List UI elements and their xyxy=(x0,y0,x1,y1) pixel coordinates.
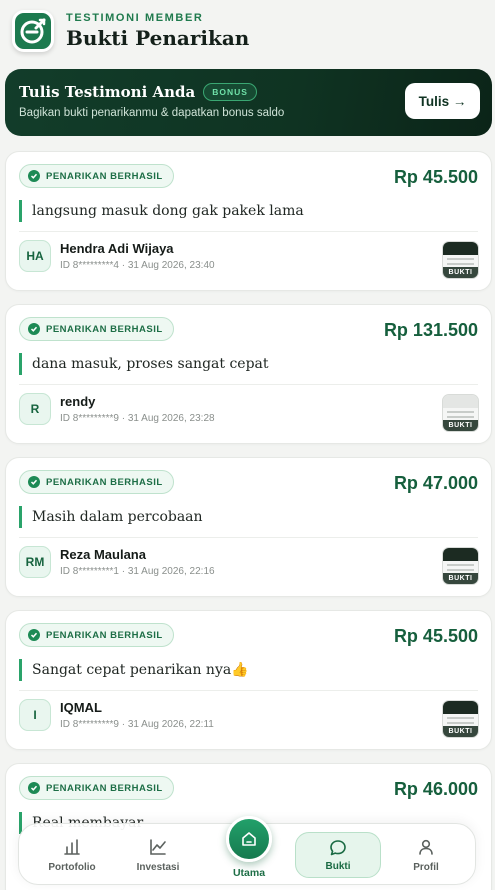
nav-profil-label: Profil xyxy=(413,861,439,873)
status-label: PENARIKAN BERHASIL xyxy=(46,782,163,794)
withdrawal-amount: Rp 45.500 xyxy=(393,167,478,187)
divider xyxy=(19,231,478,232)
nav-bukti[interactable]: Bukti xyxy=(295,832,381,878)
status-badge: PENARIKAN BERHASIL xyxy=(19,623,174,647)
testimonial-list: PENARIKAN BERHASIL Rp 45.500 langsung ma… xyxy=(5,151,492,890)
status-label: PENARIKAN BERHASIL xyxy=(46,476,163,488)
page-eyebrow: TESTIMONI MEMBER xyxy=(66,12,204,24)
nav-utama[interactable]: Utama xyxy=(225,816,273,879)
nav-utama-label: Utama xyxy=(232,867,266,879)
status-label: PENARIKAN BERHASIL xyxy=(46,170,163,182)
check-circle-icon xyxy=(28,170,40,182)
withdrawal-amount: Rp 46.000 xyxy=(393,779,478,799)
testimonial-card: PENARIKAN BERHASIL Rp 45.500 Sangat cepa… xyxy=(5,610,492,750)
banner-title: Tulis Testimoni Anda xyxy=(19,83,196,101)
line-chart-icon xyxy=(150,838,166,855)
withdrawal-amount: Rp 47.000 xyxy=(393,473,478,493)
proof-label: BUKTI xyxy=(443,420,478,431)
avatar: I xyxy=(19,699,51,731)
bonus-badge: BONUS xyxy=(203,83,257,101)
page-title: Bukti Penarikan xyxy=(66,26,250,50)
check-circle-icon xyxy=(28,782,40,794)
withdrawal-amount: Rp 131.500 xyxy=(383,320,478,340)
avatar: R xyxy=(19,393,51,425)
proof-thumbnail[interactable]: BUKTI xyxy=(442,700,479,738)
user-meta: ID 8*********9 · 31 Aug 2026, 23:28 xyxy=(60,413,215,424)
proof-label: BUKTI xyxy=(443,573,478,584)
testimonial-message: dana masuk, proses sangat cepat xyxy=(19,353,478,375)
home-icon[interactable] xyxy=(226,816,272,862)
avatar: RM xyxy=(19,546,51,578)
divider xyxy=(19,384,478,385)
user-meta: ID 8*********9 · 31 Aug 2026, 22:11 xyxy=(60,719,214,730)
proof-label: BUKTI xyxy=(443,726,478,737)
bar-chart-icon xyxy=(64,838,80,855)
user-meta: ID 8*********1 · 31 Aug 2026, 22:16 xyxy=(60,566,215,577)
user-row: RM Reza Maulana ID 8*********1 · 31 Aug … xyxy=(19,546,478,578)
user-icon xyxy=(419,839,433,855)
page-header: TESTIMONI MEMBER Bukti Penarikan xyxy=(0,0,495,62)
app-logo-icon[interactable] xyxy=(12,10,54,52)
status-badge: PENARIKAN BERHASIL xyxy=(19,317,174,341)
status-badge: PENARIKAN BERHASIL xyxy=(19,776,174,800)
status-label: PENARIKAN BERHASIL xyxy=(46,629,163,641)
testimonial-card: PENARIKAN BERHASIL Rp 47.000 Masih dalam… xyxy=(5,457,492,597)
testimonial-card: PENARIKAN BERHASIL Rp 45.500 langsung ma… xyxy=(5,151,492,291)
avatar: HA xyxy=(19,240,51,272)
bottom-nav: Portofolio Investasi Utama Bukti Profil xyxy=(18,816,476,886)
check-circle-icon xyxy=(28,629,40,641)
check-circle-icon xyxy=(28,323,40,335)
testimonial-message: Sangat cepat penarikan nya👍 xyxy=(19,659,478,681)
user-row: HA Hendra Adi Wijaya ID 8*********4 · 31… xyxy=(19,240,478,272)
user-name: Reza Maulana xyxy=(60,547,146,562)
proof-thumbnail[interactable]: BUKTI xyxy=(442,241,479,279)
user-name: IQMAL xyxy=(60,700,102,715)
nav-profil[interactable]: Profil xyxy=(391,824,461,886)
proof-thumbnail[interactable]: BUKTI xyxy=(442,547,479,585)
testimonial-banner: Tulis Testimoni Anda BONUS Bagikan bukti… xyxy=(5,69,492,136)
user-name: Hendra Adi Wijaya xyxy=(60,241,174,256)
nav-portfolio[interactable]: Portofolio xyxy=(37,824,107,886)
nav-portfolio-label: Portofolio xyxy=(48,861,96,873)
testimonial-message: Masih dalam percobaan xyxy=(19,506,478,528)
nav-investasi[interactable]: Investasi xyxy=(123,824,193,886)
testimonial-card: PENARIKAN BERHASIL Rp 131.500 dana masuk… xyxy=(5,304,492,444)
tulis-button[interactable]: Tulis → xyxy=(405,83,480,119)
user-meta: ID 8*********4 · 31 Aug 2026, 23:40 xyxy=(60,260,215,271)
proof-label: BUKTI xyxy=(443,267,478,278)
user-row: I IQMAL ID 8*********9 · 31 Aug 2026, 22… xyxy=(19,699,478,731)
proof-thumbnail[interactable]: BUKTI xyxy=(442,394,479,432)
nav-bukti-label: Bukti xyxy=(325,860,351,872)
check-circle-icon xyxy=(28,476,40,488)
status-badge: PENARIKAN BERHASIL xyxy=(19,470,174,494)
user-row: R rendy ID 8*********9 · 31 Aug 2026, 23… xyxy=(19,393,478,425)
status-badge: PENARIKAN BERHASIL xyxy=(19,164,174,188)
divider xyxy=(19,537,478,538)
divider xyxy=(19,690,478,691)
testimonial-message: langsung masuk dong gak pakek lama xyxy=(19,200,478,222)
user-name: rendy xyxy=(60,394,96,409)
nav-investasi-label: Investasi xyxy=(136,861,180,873)
chat-bubble-icon xyxy=(330,839,346,855)
withdrawal-amount: Rp 45.500 xyxy=(393,626,478,646)
status-label: PENARIKAN BERHASIL xyxy=(46,323,163,335)
